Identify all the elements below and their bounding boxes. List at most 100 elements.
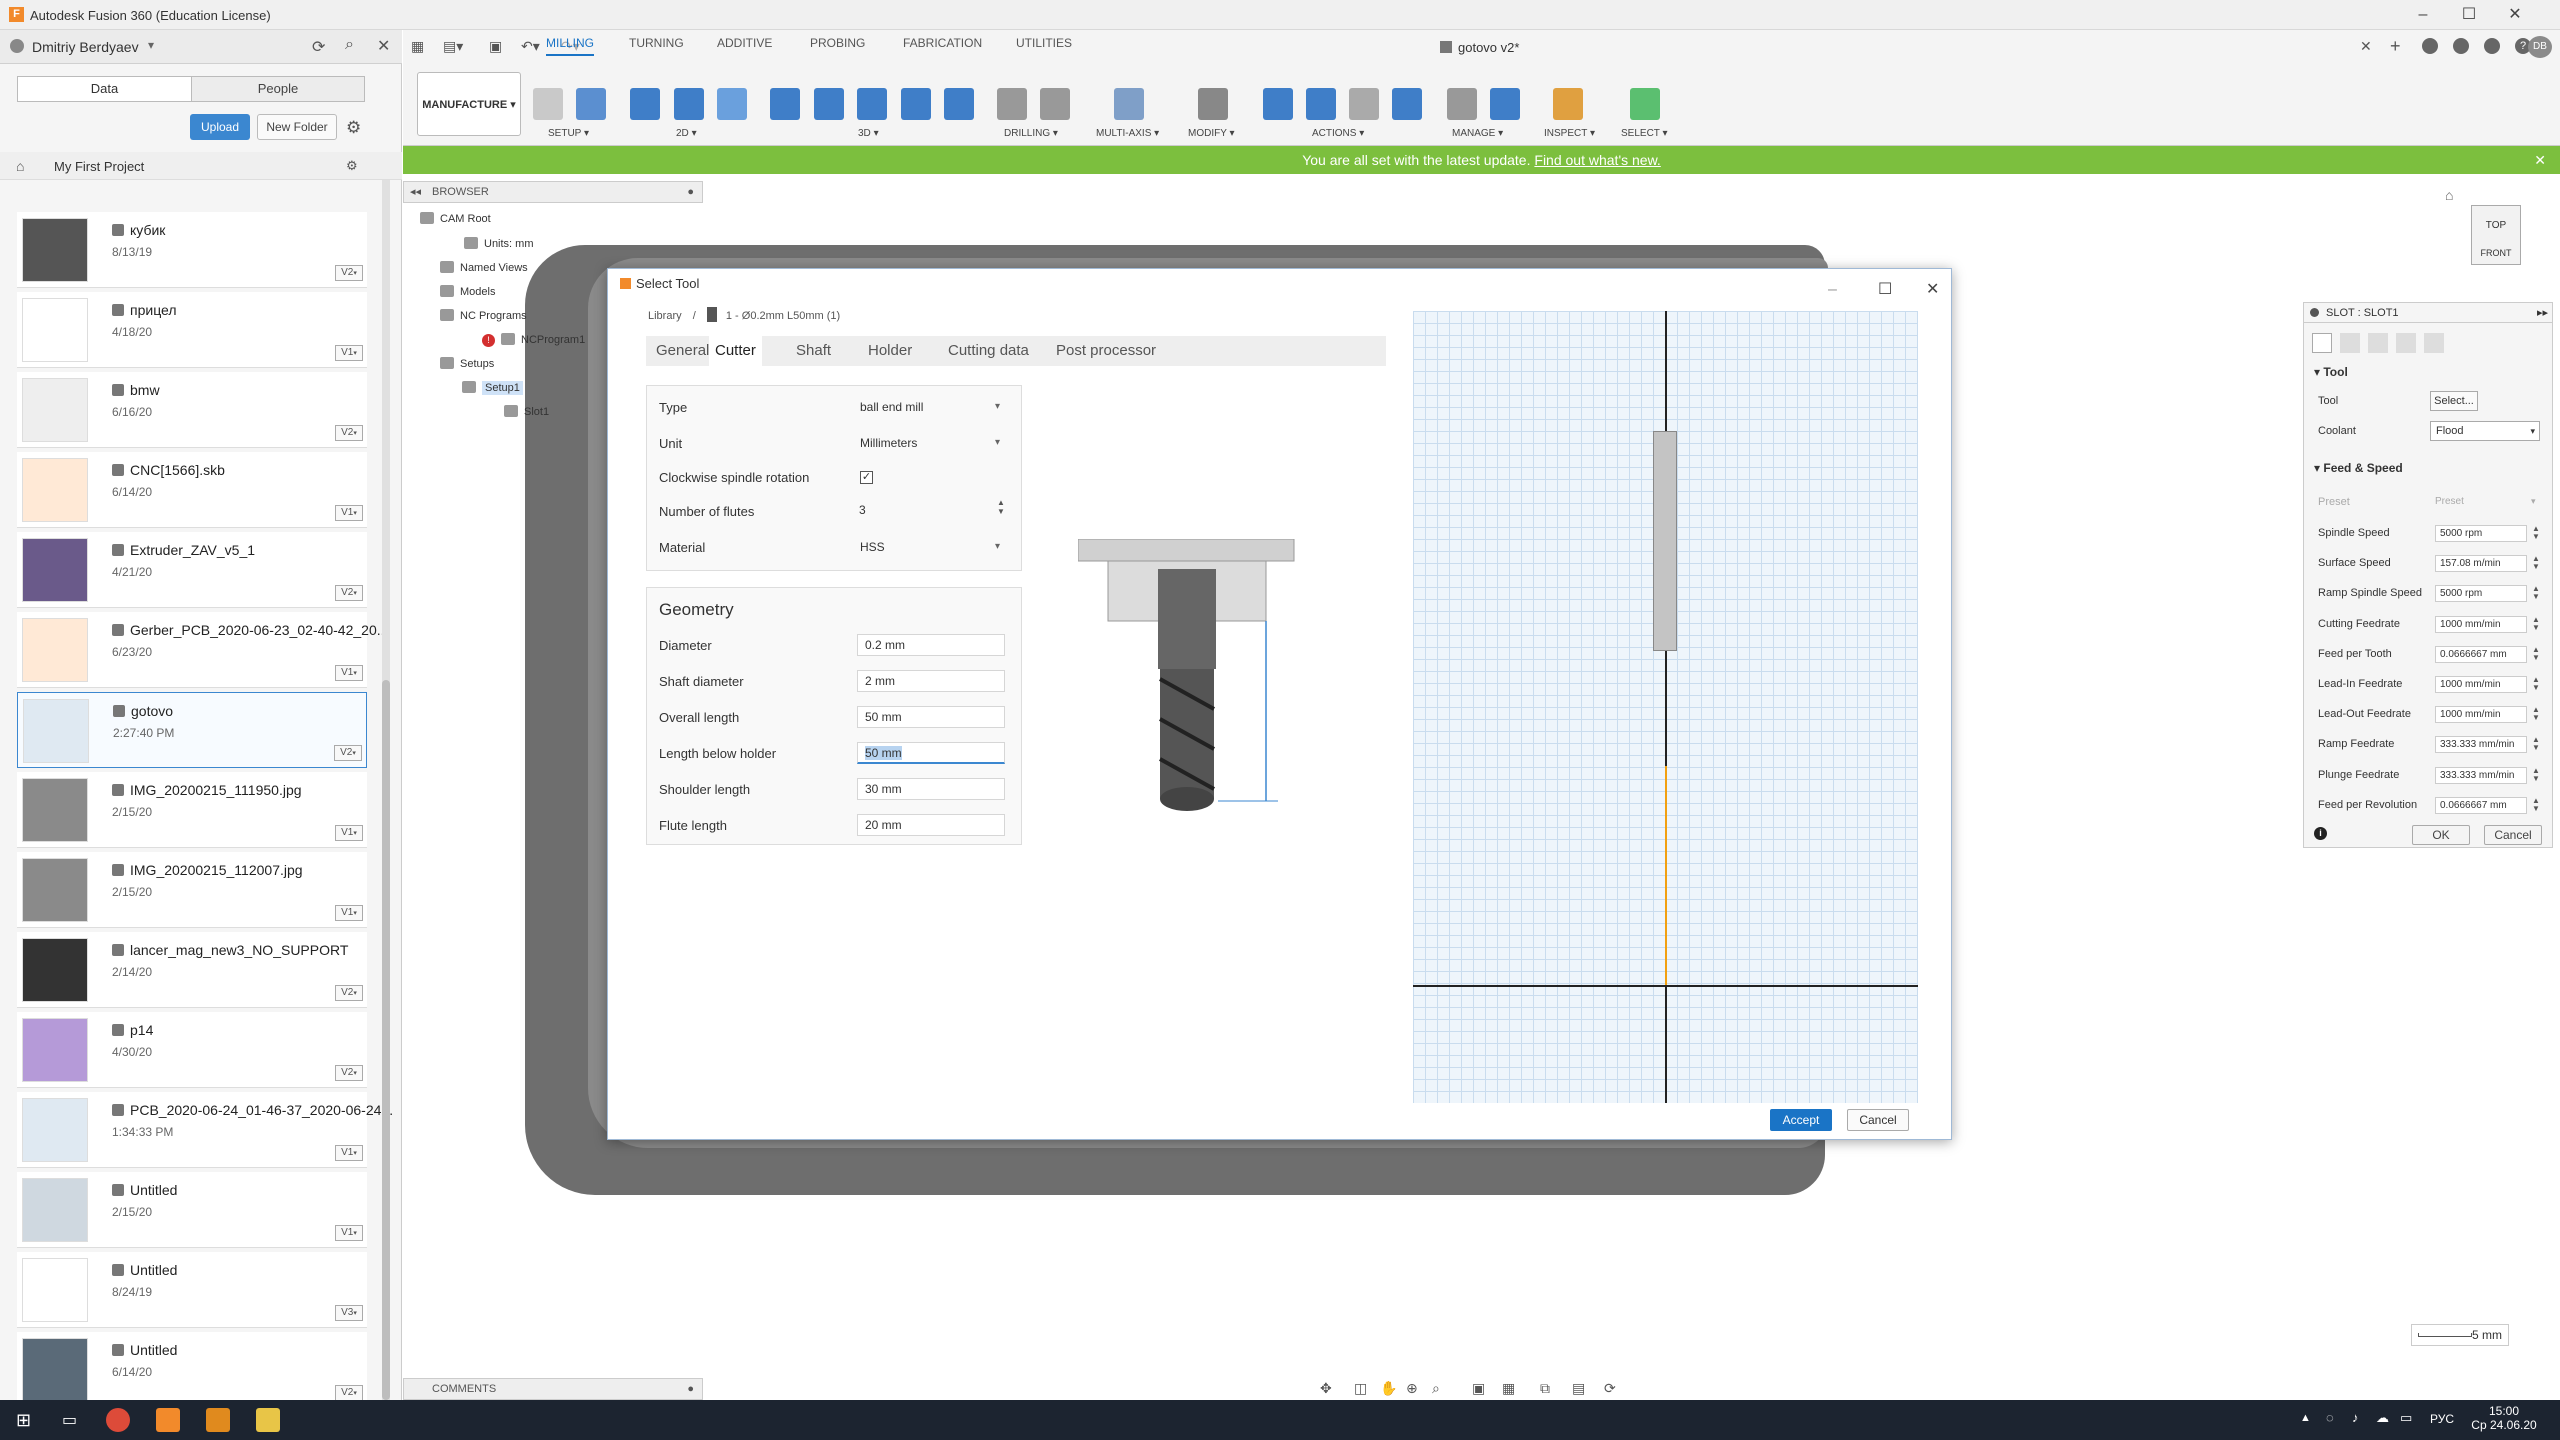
file-name[interactable]: CNC[1566].skb [112,462,225,478]
overall-length-input[interactable]: 50 mm [857,706,1005,728]
file-item[interactable]: Untitled 8/24/19 V3▾ [17,1252,367,1328]
feed-row-stepper[interactable]: ▲ ▼ [2531,676,2541,693]
language-indicator[interactable]: РУС [2430,1412,2454,1426]
file-thumbnail[interactable] [22,858,88,922]
tree-units[interactable]: Units: mm [464,237,534,250]
unit-dropdown[interactable]: Millimeters [852,432,1004,454]
feed-row-stepper[interactable]: ▲ ▼ [2531,615,2541,633]
notifications-icon[interactable] [2453,38,2469,54]
bore-icon[interactable] [1040,88,1070,120]
slot-cancel-button[interactable]: Cancel [2484,825,2542,845]
measure-icon[interactable] [1553,88,1583,120]
environment-icon[interactable]: ▤ [1572,1380,1585,1397]
tree-named-views[interactable]: Named Views [440,261,528,274]
group-manage[interactable]: MANAGE ▾ [1452,128,1503,139]
contour-icon[interactable] [944,88,974,120]
file-thumbnail[interactable] [23,699,89,763]
file-name[interactable]: кубик [112,222,165,238]
file-thumbnail[interactable] [22,1338,88,1402]
file-thumbnail[interactable] [22,218,88,282]
tab-turning[interactable]: TURNING [629,36,684,50]
length-below-holder-input[interactable]: 50 mm [857,742,1005,764]
file-version-badge[interactable]: V1▾ [335,1225,363,1241]
file-item[interactable]: IMG_20200215_112007.jpg 2/15/20 V1▾ [17,852,367,928]
clock-icon[interactable] [2484,38,2500,54]
file-explorer-icon[interactable] [256,1408,280,1432]
file-version-badge[interactable]: V2▾ [335,1065,363,1081]
view-cube-front[interactable]: FRONT [2472,248,2520,258]
file-item[interactable]: Gerber_PCB_2020-06-23_02-40-42_20... 6/23… [17,612,388,688]
file-thumbnail[interactable] [22,538,88,602]
project-settings-icon[interactable]: ⚙ [346,158,358,174]
banner-close-icon[interactable]: ✕ [2534,146,2546,174]
tab-shaft[interactable]: Shaft [796,342,831,359]
minimize-button[interactable]: – [2400,4,2446,26]
view-cube-top[interactable]: TOP [2472,220,2520,231]
feed-row-stepper[interactable]: ▲ ▼ [2531,706,2541,723]
generate-icon[interactable] [1392,88,1422,120]
tab-holder[interactable]: Holder [868,342,912,359]
feed-row-stepper[interactable]: ▲ ▼ [2531,555,2541,572]
group-3d[interactable]: 3D ▾ [858,128,879,139]
feed-row-stepper[interactable]: ▲ ▼ [2531,796,2541,814]
dialog-titlebar[interactable]: Select Tool – ☐ ✕ [608,269,1951,299]
user-name[interactable]: Dmitriy Berdyaev [32,39,139,55]
machine-library-icon[interactable] [1490,88,1520,120]
tab-probing[interactable]: PROBING [810,36,865,50]
view-cube[interactable]: ⌂ TOP FRONT [2445,187,2530,275]
feed-row-input[interactable]: 333.333 mm/min [2435,736,2527,754]
file-version-badge[interactable]: V1▾ [335,665,363,681]
chrome-icon[interactable] [106,1408,130,1432]
setup-sheet-doc-icon[interactable] [1349,88,1379,120]
close-document-icon[interactable]: ✕ [2360,38,2372,55]
file-item[interactable]: Untitled 2/15/20 V1▾ [17,1172,367,1248]
file-name[interactable]: Untitled [112,1342,177,1358]
simulate-icon[interactable] [1263,88,1293,120]
preset-dropdown[interactable]: Preset [2435,496,2464,507]
panel-tab-passes-icon[interactable] [2396,333,2416,353]
feed-row-stepper[interactable]: ▲ ▼ [2531,525,2541,542]
tool-select-button[interactable]: Select... [2430,391,2478,411]
file-name[interactable]: lancer_mag_new3_NO_SUPPORT [112,942,348,958]
multi-axis-icon[interactable] [1114,88,1144,120]
group-drilling[interactable]: DRILLING ▾ [1004,128,1058,139]
scallop-icon[interactable] [901,88,931,120]
tool-library-icon[interactable] [1447,88,1477,120]
file-item[interactable]: bmw 6/16/20 V2▾ [17,372,367,448]
group-select[interactable]: SELECT ▾ [1621,128,1668,139]
file-version-badge[interactable]: V2▾ [335,265,363,281]
tree-cam-root[interactable]: CAM Root [420,212,491,225]
file-version-badge[interactable]: V1▾ [335,1145,363,1161]
file-thumbnail[interactable] [22,618,88,682]
slot-ok-button[interactable]: OK [2412,825,2470,845]
file-thumbnail[interactable] [22,458,88,522]
job-status-icon[interactable] [2422,38,2438,54]
tab-milling[interactable]: MILLING [546,36,595,56]
file-version-badge[interactable]: V2▾ [335,585,363,601]
new-folder-button[interactable]: New Folder [257,114,337,140]
file-thumbnail[interactable] [22,1098,88,1162]
display-settings-icon[interactable]: ▣ [1472,1380,1485,1397]
feed-row-input[interactable]: 0.0666667 mm [2435,645,2527,663]
material-dropdown[interactable]: HSS [852,536,1004,558]
group-inspect[interactable]: INSPECT ▾ [1544,128,1595,139]
file-item[interactable]: Extruder_ZAV_v5_1 4/21/20 V2▾ [17,532,367,608]
dialog-maximize-icon[interactable]: ☐ [1878,275,1892,305]
file-thumbnail[interactable] [22,1178,88,1242]
file-version-badge[interactable]: V1▾ [335,825,363,841]
face-icon[interactable] [717,88,747,120]
3d-pocket-icon[interactable] [814,88,844,120]
save-icon[interactable]: ▣ [489,38,502,55]
whats-new-link[interactable]: Find out what's new. [1534,152,1660,168]
home-icon[interactable]: ⌂ [16,158,24,174]
dialog-cancel-button[interactable]: Cancel [1847,1109,1909,1131]
file-name[interactable]: прицел [112,302,177,318]
refresh-icon[interactable]: ⟳ [312,37,325,57]
accept-button[interactable]: Accept [1770,1109,1832,1131]
group-multi-axis[interactable]: MULTI-AXIS ▾ [1096,128,1159,139]
upload-button[interactable]: Upload [190,114,250,140]
coolant-dropdown[interactable]: Flood ▾ [2430,421,2540,441]
file-name[interactable]: Extruder_ZAV_v5_1 [112,542,255,558]
tab-cutting-data[interactable]: Cutting data [948,342,1029,359]
look-at-icon[interactable]: ◫ [1354,1380,1367,1397]
